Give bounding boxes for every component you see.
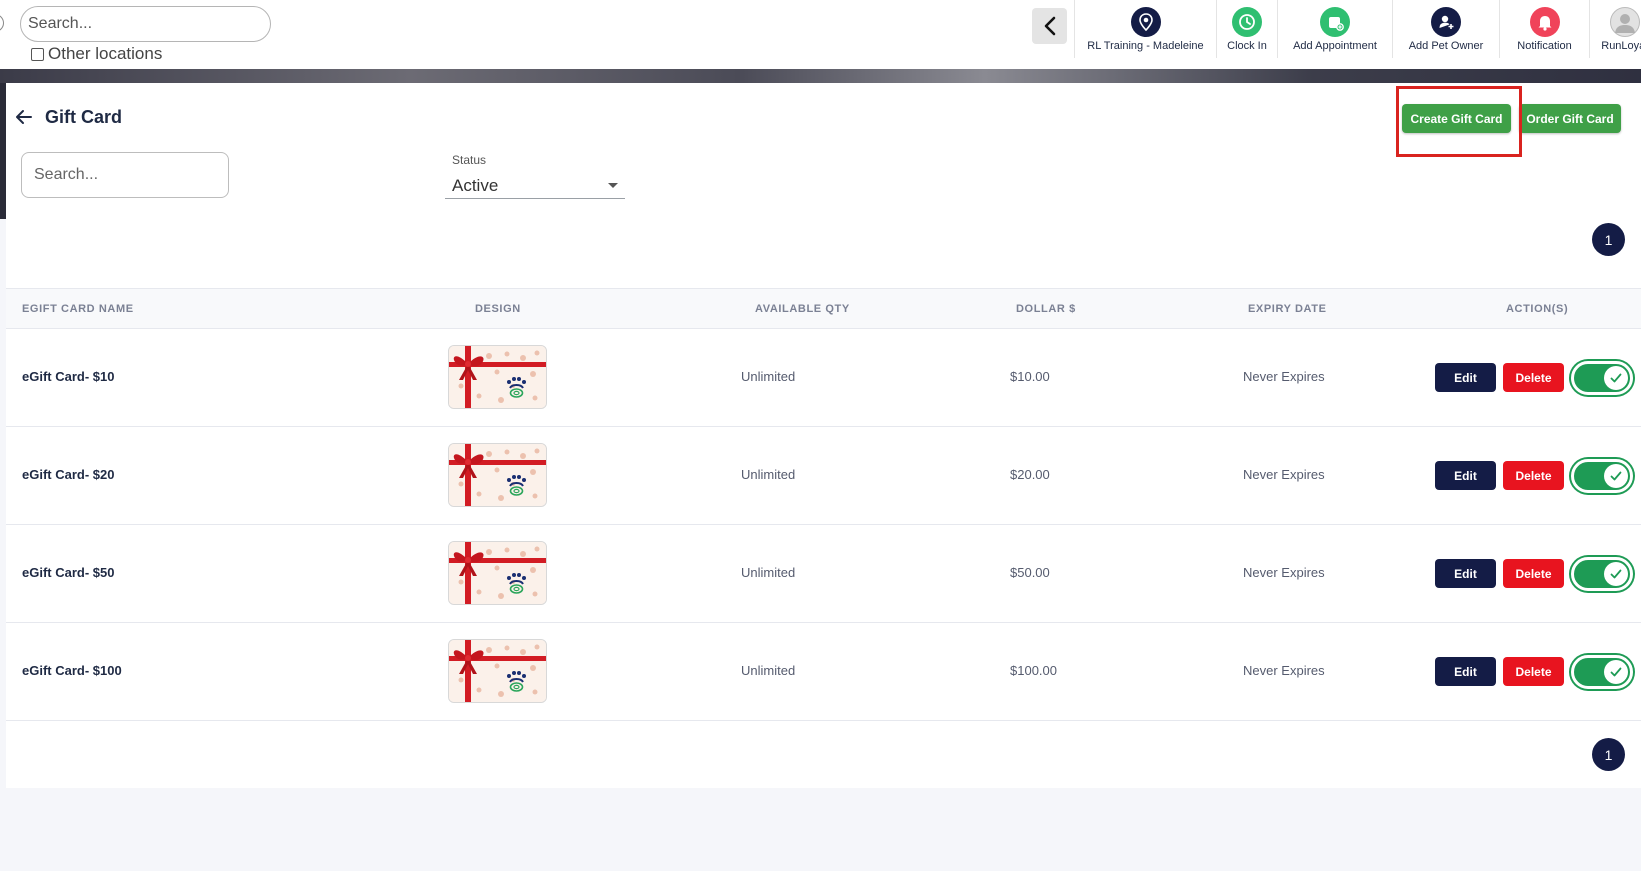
- gift-ribbon-icon: [449, 444, 546, 506]
- checkmark-icon: [1610, 667, 1622, 677]
- pagination-top-page[interactable]: 1: [1592, 223, 1625, 256]
- nav-clock-in-label: Clock In: [1227, 40, 1267, 52]
- gift-card-panel: Gift Card Create Gift Card Order Gift Ca…: [6, 83, 1641, 788]
- table-row: eGift Card- $10 Unlimited $10.00 Never E…: [6, 329, 1641, 427]
- gift-card-name: eGift Card- $10: [22, 369, 115, 384]
- table-row: eGift Card- $20 Unlimited $20.00 Never E…: [6, 427, 1641, 525]
- sidebar-toggle-icon[interactable]: [0, 14, 4, 32]
- checkmark-icon: [1610, 373, 1622, 383]
- nav-profile[interactable]: RunLoyal: [1589, 0, 1641, 58]
- nav-profile-label: RunLoyal: [1601, 40, 1641, 52]
- toggle-knob: [1604, 660, 1628, 684]
- avatar-icon: [1609, 7, 1640, 37]
- nav-notification-label: Notification: [1517, 40, 1572, 52]
- gift-card-design-image: [448, 443, 547, 507]
- column-header-expiry: EXPIRY DATE: [1248, 303, 1327, 315]
- expiry-date: Never Expires: [1243, 565, 1325, 580]
- active-toggle[interactable]: [1571, 557, 1633, 591]
- nav-add-appointment[interactable]: Add Appointment: [1277, 0, 1392, 58]
- dollar-amount: $100.00: [1010, 663, 1057, 678]
- dollar-amount: $20.00: [1010, 467, 1050, 482]
- header-nav: RL Training - Madeleine Clock In Add App…: [1074, 0, 1641, 58]
- other-locations-label: Other locations: [48, 44, 163, 63]
- column-header-name: EGIFT CARD NAME: [22, 303, 134, 315]
- chevron-left-icon: [1044, 16, 1055, 36]
- available-qty: Unlimited: [741, 467, 796, 482]
- caret-down-icon: [608, 183, 618, 188]
- available-qty: Unlimited: [741, 369, 796, 384]
- calendar-add-icon: [1320, 7, 1350, 37]
- location-pin-icon: [1130, 7, 1161, 37]
- column-header-dollar: DOLLAR $: [1016, 303, 1076, 315]
- page-title: Gift Card: [45, 107, 123, 127]
- available-qty: Unlimited: [741, 663, 796, 678]
- checkmark-icon: [1610, 471, 1622, 481]
- gift-ribbon-icon: [449, 346, 546, 408]
- checkmark-icon: [1610, 569, 1622, 579]
- gift-card-name: eGift Card- $20: [22, 467, 115, 482]
- status-value: Active: [452, 175, 499, 195]
- nav-add-pet-owner-label: Add Pet Owner: [1408, 40, 1484, 52]
- add-user-icon: [1431, 7, 1461, 37]
- gift-card-search-input[interactable]: [21, 152, 229, 198]
- gift-card-design-image: [448, 541, 547, 605]
- other-locations-checkbox[interactable]: Other locations: [31, 44, 162, 64]
- table-header: EGIFT CARD NAME DESIGN AVAILABLE QTY DOL…: [6, 288, 1641, 329]
- delete-button[interactable]: Delete: [1503, 461, 1564, 490]
- edit-button[interactable]: Edit: [1435, 363, 1496, 392]
- status-label: Status: [452, 153, 487, 167]
- gift-card-name: eGift Card- $100: [22, 663, 122, 678]
- status-filter[interactable]: Status Active: [445, 153, 625, 199]
- gift-card-name: eGift Card- $50: [22, 565, 115, 580]
- edit-button[interactable]: Edit: [1435, 559, 1496, 588]
- clock-icon: [1232, 7, 1262, 37]
- collapse-button[interactable]: [1032, 8, 1067, 44]
- edit-button[interactable]: Edit: [1435, 461, 1496, 490]
- expiry-date: Never Expires: [1243, 369, 1325, 384]
- nav-notification[interactable]: Notification: [1499, 0, 1589, 58]
- create-gift-card-button[interactable]: Create Gift Card: [1402, 104, 1511, 133]
- gift-card-design-image: [448, 345, 547, 409]
- back-arrow-icon[interactable]: [15, 109, 33, 125]
- available-qty: Unlimited: [741, 565, 796, 580]
- checkbox-icon[interactable]: [31, 47, 44, 61]
- top-bar: Other locations RL Training - Madeleine …: [0, 0, 1641, 69]
- status-select[interactable]: Active: [445, 173, 625, 199]
- nav-clock-in[interactable]: Clock In: [1216, 0, 1277, 58]
- delete-button[interactable]: Delete: [1503, 657, 1564, 686]
- nav-add-pet-owner[interactable]: Add Pet Owner: [1392, 0, 1499, 58]
- column-header-actions: ACTION(S): [1506, 303, 1569, 315]
- edit-button[interactable]: Edit: [1435, 657, 1496, 686]
- active-toggle[interactable]: [1571, 655, 1633, 689]
- gift-card-design-image: [448, 639, 547, 703]
- table-row: eGift Card- $50 Unlimited $50.00 Never E…: [6, 525, 1641, 623]
- gift-ribbon-icon: [449, 542, 546, 604]
- expiry-date: Never Expires: [1243, 467, 1325, 482]
- dollar-amount: $50.00: [1010, 565, 1050, 580]
- gift-ribbon-icon: [449, 640, 546, 702]
- active-toggle[interactable]: [1571, 459, 1633, 493]
- global-search-input[interactable]: [20, 6, 271, 42]
- toggle-knob: [1604, 562, 1628, 586]
- nav-add-appointment-label: Add Appointment: [1293, 40, 1377, 52]
- pagination-bottom-page[interactable]: 1: [1592, 738, 1625, 771]
- header-banner: [0, 69, 1641, 83]
- dollar-amount: $10.00: [1010, 369, 1050, 384]
- nav-location-label: RL Training - Madeleine: [1087, 40, 1204, 52]
- table-row: eGift Card- $100 Unlimited $100.00 Never…: [6, 623, 1641, 721]
- order-gift-card-button[interactable]: Order Gift Card: [1519, 104, 1621, 133]
- nav-location[interactable]: RL Training - Madeleine: [1074, 0, 1216, 58]
- delete-button[interactable]: Delete: [1503, 363, 1564, 392]
- toggle-knob: [1604, 464, 1628, 488]
- column-header-qty: AVAILABLE QTY: [755, 303, 850, 315]
- column-header-design: DESIGN: [475, 303, 521, 315]
- expiry-date: Never Expires: [1243, 663, 1325, 678]
- bell-icon: [1529, 7, 1560, 37]
- delete-button[interactable]: Delete: [1503, 559, 1564, 588]
- toggle-knob: [1604, 366, 1628, 390]
- active-toggle[interactable]: [1571, 361, 1633, 395]
